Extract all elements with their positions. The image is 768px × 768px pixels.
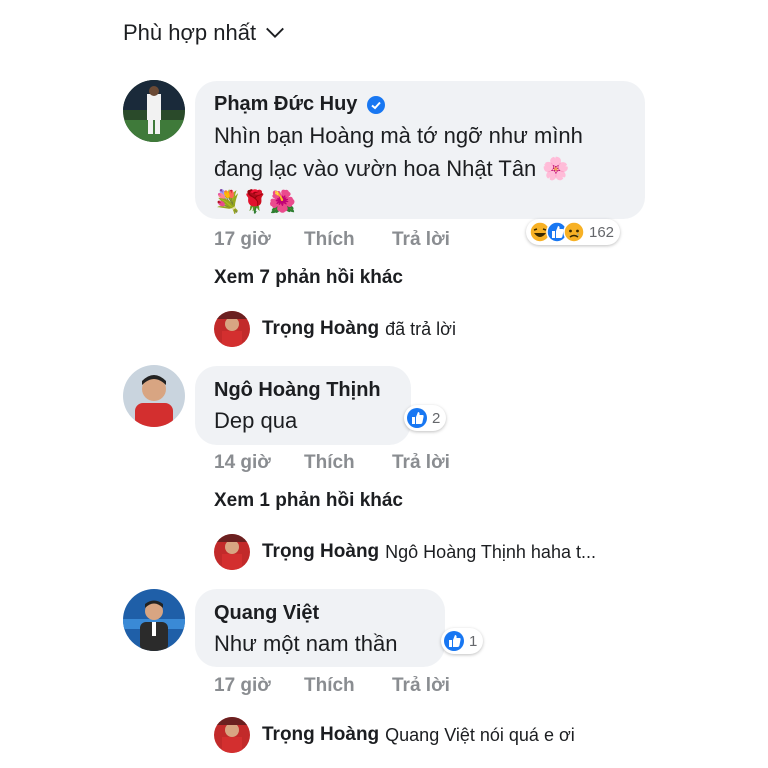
reaction-count: 162 <box>589 223 615 241</box>
comment-author[interactable]: Phạm Đức Huy <box>214 93 385 116</box>
like-icon <box>407 408 427 428</box>
reaction-summary[interactable]: 162 <box>526 219 621 245</box>
comment-author[interactable]: Quang Việt <box>214 602 319 625</box>
avatar-quang-viet[interactable] <box>123 589 185 651</box>
reply-snippet: Ngô Hoàng Thịnh haha t... <box>385 541 596 562</box>
avatar-trong-hoang <box>214 534 250 570</box>
reply-snippet: đã trả lời <box>385 318 456 339</box>
comment-meta: 14 giờ Thích Trả lời <box>214 452 450 474</box>
comment-time: 14 giờ <box>214 452 271 473</box>
reaction-count: 2 <box>432 409 441 427</box>
latest-reply-preview[interactable]: Trọng Hoàng đã trả lời <box>214 311 456 347</box>
view-more-replies[interactable]: Xem 7 phản hồi khác <box>214 267 403 289</box>
avatar-trong-hoang <box>214 717 250 753</box>
avatar-ngo-hoang-thinh[interactable] <box>123 365 185 427</box>
reaction-summary[interactable]: 1 <box>441 628 484 654</box>
latest-reply-preview[interactable]: Trọng Hoàng Quang Việt nói quá e ơi <box>214 717 575 753</box>
reaction-count: 1 <box>469 632 478 650</box>
comment-text: Dep qua <box>214 408 298 433</box>
verified-badge-icon <box>366 95 385 114</box>
like-action[interactable]: Thích <box>304 229 392 251</box>
comment-time: 17 giờ <box>214 229 271 250</box>
reply-action[interactable]: Trả lời <box>392 229 450 251</box>
sort-dropdown[interactable]: Phù hợp nhất <box>123 20 286 46</box>
comment-text: Như một nam thần <box>214 631 398 656</box>
avatar-pham-duc-huy[interactable] <box>123 80 185 142</box>
reply-author: Trọng Hoàng <box>262 318 380 339</box>
comment-meta: 17 giờ Thích Trả lời <box>214 229 450 251</box>
reply-snippet: Quang Việt nói quá e ơi <box>385 724 575 745</box>
avatar-image <box>123 80 185 142</box>
latest-reply-preview[interactable]: Trọng Hoàng Ngô Hoàng Thịnh haha t... <box>214 534 596 570</box>
avatar-trong-hoang <box>214 311 250 347</box>
comment-time: 17 giờ <box>214 675 271 696</box>
comment-text: Nhìn bạn Hoàng mà tớ ngỡ như mình đang l… <box>214 123 583 214</box>
reply-author: Trọng Hoàng <box>262 724 380 745</box>
avatar-image <box>123 365 185 427</box>
like-icon <box>444 631 464 651</box>
comment-author[interactable]: Ngô Hoàng Thịnh <box>214 379 381 402</box>
reply-action[interactable]: Trả lời <box>392 452 450 474</box>
comment-meta: 17 giờ Thích Trả lời <box>214 675 450 697</box>
reaction-summary[interactable]: 2 <box>404 405 447 431</box>
sad-icon <box>563 221 585 243</box>
reply-author: Trọng Hoàng <box>262 541 380 562</box>
like-action[interactable]: Thích <box>304 452 392 474</box>
chevron-down-icon <box>266 27 284 38</box>
like-action[interactable]: Thích <box>304 675 392 697</box>
reply-action[interactable]: Trả lời <box>392 675 450 697</box>
view-more-replies[interactable]: Xem 1 phản hồi khác <box>214 490 403 512</box>
avatar-image <box>123 589 185 651</box>
sort-label: Phù hợp nhất <box>123 20 257 45</box>
